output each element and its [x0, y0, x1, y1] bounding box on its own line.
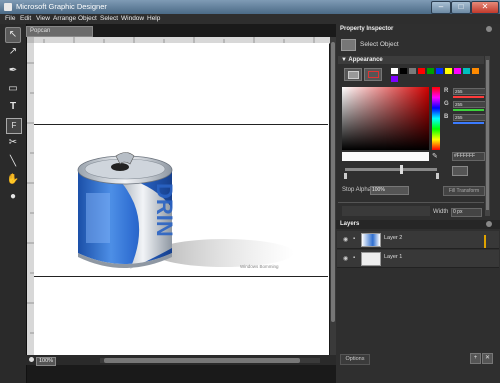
eyedropper-icon[interactable]: ✎: [432, 152, 440, 160]
swatch-yellow[interactable]: [445, 68, 452, 74]
maximize-button[interactable]: □: [451, 1, 471, 14]
add-layer-button[interactable]: +: [470, 353, 481, 364]
fill-circle-icon[interactable]: ●: [6, 190, 20, 204]
blue-channel-label: B: [444, 114, 449, 120]
drawing-canvas[interactable]: DRIN Windows Bomming: [34, 43, 329, 355]
stop-alpha-field[interactable]: 100%: [370, 186, 409, 195]
swap-colors-button[interactable]: [452, 166, 468, 176]
fill-mode-button[interactable]: [344, 68, 362, 81]
hex-color-field[interactable]: #FFFFFF: [452, 152, 485, 161]
red-channel-slider[interactable]: [453, 96, 484, 98]
swatch-black[interactable]: [400, 68, 407, 74]
title-bar: Microsoft Graphic Designer: [0, 0, 500, 14]
selection-label: Select Object: [360, 41, 399, 48]
delete-layer-button[interactable]: ✕: [482, 353, 493, 364]
red-channel-field[interactable]: 255: [453, 88, 486, 95]
page-icon: [29, 357, 34, 362]
swatch-purple[interactable]: [391, 76, 398, 82]
gradient-stop-end[interactable]: [436, 173, 439, 179]
swatch-blue[interactable]: [436, 68, 443, 74]
line-tool-icon[interactable]: ╲: [6, 155, 20, 169]
swatch-red[interactable]: [418, 68, 425, 74]
swatch-green[interactable]: [427, 68, 434, 74]
width-label: Width: [433, 209, 449, 215]
menu-help[interactable]: Help: [147, 15, 160, 22]
stop-alpha-label: Stop Alpha: [342, 187, 372, 193]
window-title: Microsoft Graphic Designer: [16, 2, 107, 11]
app-icon: [4, 3, 12, 11]
lock-icon[interactable]: ▪: [353, 255, 359, 261]
soda-can-illustration[interactable]: DRIN: [34, 43, 329, 355]
red-channel-label: R: [444, 88, 449, 94]
text-frame-tool-icon[interactable]: F: [6, 118, 22, 134]
gradient-stop-start[interactable]: [344, 173, 347, 179]
minimize-button[interactable]: –: [431, 1, 451, 14]
blue-channel-slider[interactable]: [453, 122, 484, 124]
knife-tool-icon[interactable]: ✂: [6, 136, 20, 150]
vertical-scroll-thumb[interactable]: [331, 42, 335, 322]
stroke-mode-button[interactable]: [364, 68, 382, 81]
layer-name: Layer 1: [384, 254, 403, 260]
menu-edit[interactable]: Edit: [20, 15, 31, 22]
appearance-label: ▼ Appearance: [341, 57, 383, 63]
stroke-style-select[interactable]: [342, 206, 430, 216]
text-tool-icon[interactable]: T: [6, 100, 20, 114]
width-field[interactable]: 0 px: [451, 208, 482, 217]
layer-name: Layer 2: [384, 235, 403, 241]
hue-slider[interactable]: [432, 87, 440, 150]
eye-icon[interactable]: ◉: [343, 236, 349, 243]
direct-select-tool-icon[interactable]: ↗: [6, 45, 20, 59]
credit-text: Windows Bomming: [240, 264, 279, 269]
menu-object[interactable]: Object: [78, 15, 97, 22]
swatch-white[interactable]: [391, 68, 398, 74]
current-color-preview: [342, 152, 429, 161]
menu-bar: File Edit View Arrange Object Select Win…: [0, 14, 500, 24]
eye-icon[interactable]: ◉: [343, 255, 349, 262]
layer-row[interactable]: ◉ ▪ Layer 2: [337, 231, 499, 249]
layers-title: Layers: [340, 221, 360, 227]
layers-header: [336, 220, 500, 229]
select-tool-icon[interactable]: ↖: [5, 27, 21, 43]
green-channel-field[interactable]: 255: [453, 101, 486, 108]
document-tab[interactable]: Popcan: [26, 26, 93, 37]
menu-select[interactable]: Select: [100, 15, 118, 22]
swatch-magenta[interactable]: [454, 68, 461, 74]
selection-icon: [341, 39, 356, 51]
menu-window[interactable]: Window: [121, 15, 144, 22]
lock-icon[interactable]: ▪: [353, 236, 359, 242]
panel-divider: [338, 202, 484, 203]
panel-close-icon[interactable]: [486, 26, 492, 32]
property-inspector-title: Property Inspector: [340, 26, 394, 32]
active-layer-indicator: [484, 235, 486, 248]
inspector-scroll-thumb[interactable]: [486, 60, 489, 210]
fill-transform-button[interactable]: Fill Transform: [443, 186, 485, 196]
pen-tool-icon[interactable]: ✒: [6, 64, 20, 78]
color-picker-field[interactable]: [342, 87, 429, 150]
zoom-field[interactable]: 100%: [36, 357, 56, 366]
options-button[interactable]: Options: [340, 354, 370, 365]
svg-text:DRIN: DRIN: [152, 183, 177, 237]
gradient-stop-handle[interactable]: [400, 165, 403, 174]
close-button[interactable]: ✕: [471, 1, 499, 14]
gradient-stop-slider[interactable]: [345, 168, 437, 171]
swatch-cyan[interactable]: [463, 68, 470, 74]
horizontal-scroll-thumb[interactable]: [104, 358, 300, 363]
swatch-gray[interactable]: [409, 68, 416, 74]
layer-thumbnail: [361, 233, 381, 247]
menu-view[interactable]: View: [36, 15, 50, 22]
rectangle-tool-icon[interactable]: ▭: [6, 82, 20, 96]
green-channel-label: G: [444, 101, 449, 107]
menu-arrange[interactable]: Arrange: [53, 15, 76, 22]
green-channel-slider[interactable]: [453, 109, 484, 111]
appearance-text: Appearance: [348, 57, 383, 63]
layer-thumbnail: [361, 252, 381, 266]
swatch-orange[interactable]: [472, 68, 479, 74]
menu-file[interactable]: File: [5, 15, 15, 22]
layers-close-icon[interactable]: [486, 221, 492, 227]
blue-channel-field[interactable]: 255: [453, 114, 486, 121]
hand-tool-icon[interactable]: ✋: [6, 173, 20, 187]
layer-row[interactable]: ◉ ▪ Layer 1: [337, 250, 499, 268]
